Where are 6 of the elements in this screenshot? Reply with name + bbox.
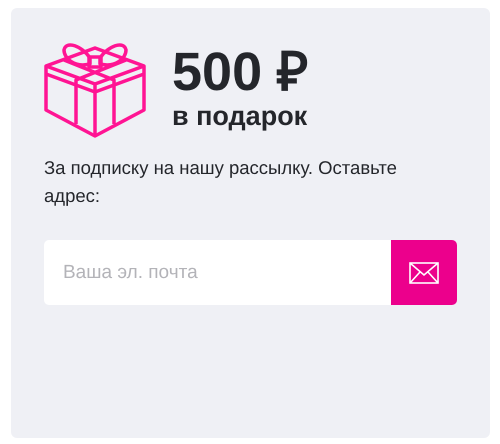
send-button[interactable] xyxy=(391,240,457,305)
envelope-icon xyxy=(409,262,439,284)
promo-subtitle: в подарок xyxy=(172,100,308,132)
email-input-field[interactable]: Ваша эл. почта xyxy=(44,240,391,305)
promo-amount: 500 ₽ xyxy=(172,44,308,100)
description-text: За подписку на нашу рассылку. Оставьте адрес: xyxy=(44,156,398,208)
